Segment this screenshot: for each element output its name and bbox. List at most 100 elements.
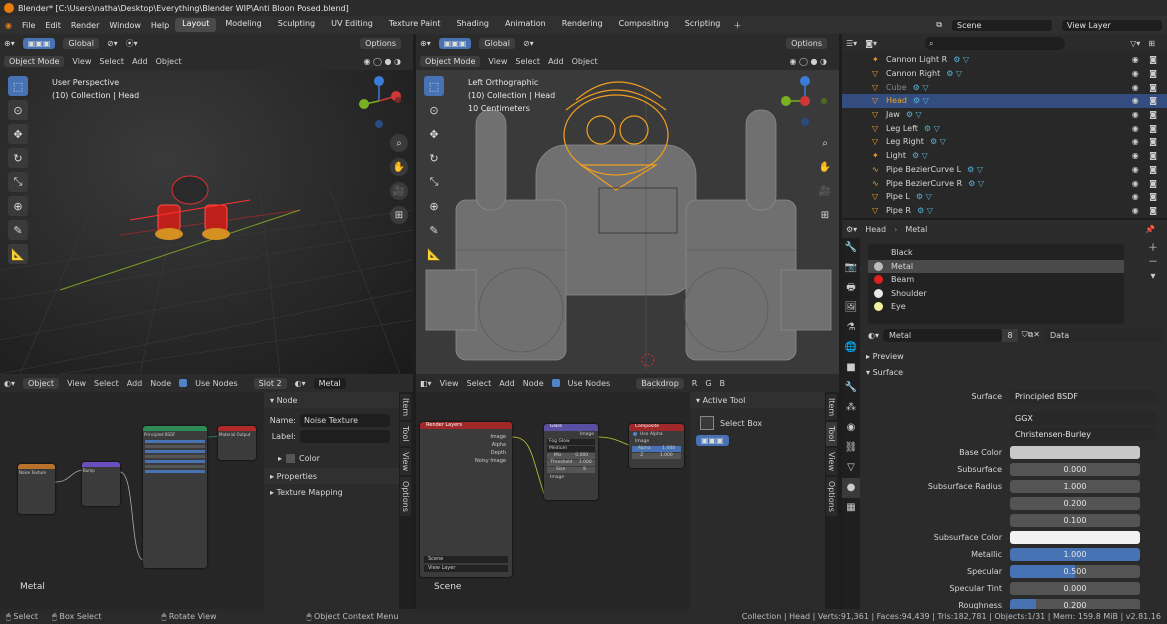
snap-icon[interactable]: ⦿▾: [126, 38, 138, 49]
visibility-icon[interactable]: ◉ ◙: [1132, 83, 1161, 92]
visibility-icon[interactable]: ◉ ◙: [1132, 206, 1161, 215]
navigation-gizmo-icon[interactable]: [352, 74, 406, 130]
menu-add[interactable]: Add: [132, 57, 148, 66]
outliner-item[interactable]: ∿ Pipe BezierCurve R ⚙ ▽ ◉ ◙: [842, 176, 1167, 190]
active-tool-row[interactable]: Select Box: [690, 412, 825, 434]
number-field[interactable]: 0.200: [1010, 497, 1140, 510]
scene-icon[interactable]: ⧉: [936, 20, 942, 30]
material-slot-item[interactable]: Eye: [868, 300, 1124, 314]
outliner-item[interactable]: ▽ Pipe R ⚙ ▽ ◉ ◙: [842, 204, 1167, 218]
tab-scripting[interactable]: Scripting: [678, 18, 728, 32]
glare-node[interactable]: Glare Image Fog Glow Medium Mix 0.000 Thr…: [544, 424, 598, 500]
add-slot-icon[interactable]: ＋: [1148, 242, 1158, 256]
noise-texture-node[interactable]: Noise Texture: [18, 464, 55, 514]
shader-tab-item[interactable]: Item: [400, 394, 411, 421]
channel-r[interactable]: R: [692, 379, 698, 388]
preview-section-header[interactable]: ▸ Preview: [866, 352, 904, 361]
outliner-item[interactable]: ∿ Pipe BezierCurve L ⚙ ▽ ◉ ◙: [842, 163, 1167, 177]
material-browse-shader-icon[interactable]: ◐▾: [295, 379, 306, 388]
outliner-item[interactable]: ▽ Cannon Right ⚙ ▽ ◉ ◙: [842, 67, 1167, 81]
material-name-field[interactable]: Metal: [883, 328, 1003, 342]
texture-mapping-subpanel[interactable]: ▸ Texture Mapping: [264, 484, 399, 500]
visibility-icon[interactable]: ◉ ◙: [1132, 124, 1161, 133]
editor-type-icon-right[interactable]: ⊕▾: [420, 39, 431, 48]
display-mode-icon[interactable]: ◙▾: [865, 39, 877, 48]
composite-z-field[interactable]: Z 1.000: [632, 453, 681, 459]
render-layers-view-layer-field[interactable]: View Layer: [424, 565, 508, 572]
glare-size-field[interactable]: Size 8: [547, 467, 595, 473]
visibility-icon[interactable]: ◉ ◙: [1132, 179, 1161, 188]
comp-menu-view[interactable]: View: [440, 379, 459, 388]
perspective-grid-icon-right[interactable]: ⊞: [816, 206, 834, 224]
number-field[interactable]: 0.100: [1010, 514, 1140, 527]
pivot-icon-right[interactable]: ⊘▾: [523, 39, 534, 48]
visibility-icon[interactable]: ◉ ◙: [1132, 165, 1161, 174]
glare-threshold-field[interactable]: Threshold 1.000: [547, 460, 595, 466]
comp-menu-node[interactable]: Node: [523, 379, 544, 388]
physics-tab-icon[interactable]: ◉: [842, 418, 860, 438]
tab-texture-paint[interactable]: Texture Paint: [382, 18, 448, 32]
render-tab-icon[interactable]: 📷: [842, 258, 860, 278]
node-color-row[interactable]: ▸ Color: [264, 450, 399, 466]
sss-method-dropdown[interactable]: Christensen-Burley: [1010, 427, 1156, 441]
blender-menu-icon[interactable]: ◉: [5, 21, 12, 30]
options-dropdown[interactable]: Options: [360, 37, 401, 49]
outliner-item[interactable]: ▽ Pipe L ⚙ ▽ ◉ ◙: [842, 190, 1167, 204]
camera-icon[interactable]: 🎥: [390, 182, 408, 200]
options-dropdown-right[interactable]: Options: [786, 37, 827, 49]
shading-icons-right[interactable]: ◉ ◯ ● ◑: [789, 57, 827, 66]
menu-window[interactable]: Window: [109, 21, 141, 30]
render-layers-scene-field[interactable]: Scene: [424, 556, 508, 563]
shader-menu-add[interactable]: Add: [127, 379, 143, 388]
material-slot-item[interactable]: Shoulder: [868, 287, 1124, 301]
active-tool-header[interactable]: ▾ Active Tool: [690, 392, 825, 408]
rotate-icon[interactable]: ↻: [8, 148, 28, 168]
composite-node[interactable]: Composite Use Alpha Image Alpha 1.000 Z 1.…: [629, 424, 684, 468]
viewport-left[interactable]: User Perspective (10) Collection | Head …: [0, 70, 413, 374]
glare-type-dropdown[interactable]: Fog Glow: [547, 439, 595, 445]
comp-use-nodes-checkbox[interactable]: Use Nodes: [551, 379, 619, 388]
cursor-icon-right[interactable]: ⊙: [424, 100, 444, 120]
zoom-icon[interactable]: ⌕: [390, 134, 408, 152]
orientation-dropdown-right[interactable]: Global: [479, 37, 515, 49]
channel-g[interactable]: G: [705, 379, 711, 388]
tab-animation[interactable]: Animation: [498, 18, 553, 32]
shader-tab-tool[interactable]: Tool: [400, 422, 411, 446]
shader-material-field[interactable]: Metal: [313, 377, 346, 389]
slot-menu-icon[interactable]: ▾: [1148, 270, 1158, 284]
visibility-icon[interactable]: ◉ ◙: [1132, 69, 1161, 78]
color-swatch[interactable]: [1010, 531, 1140, 544]
outliner-item[interactable]: ▽ Cube ⚙ ▽ ◉ ◙: [842, 80, 1167, 94]
slider-field[interactable]: 0.500: [1010, 565, 1140, 578]
modifier-tab-icon[interactable]: 🔧: [842, 378, 860, 398]
camera-icon-right[interactable]: 🎥: [816, 182, 834, 200]
shader-tab-view[interactable]: View: [400, 447, 411, 475]
composite-alpha-field[interactable]: Alpha 1.000: [632, 446, 681, 452]
new-collection-icon[interactable]: ⊞: [1148, 39, 1155, 48]
outliner-item[interactable]: ✦ Cannon Light R ⚙ ▽ ◉ ◙: [842, 53, 1167, 67]
orientation-dropdown[interactable]: Global: [63, 37, 99, 49]
color-swatch[interactable]: [1010, 446, 1140, 459]
visibility-icon[interactable]: ◉ ◙: [1132, 110, 1161, 119]
outliner-item[interactable]: ✦ Light ⚙ ▽ ◉ ◙: [842, 149, 1167, 163]
visibility-icon[interactable]: ◉ ◙: [1132, 55, 1161, 64]
comp-menu-select[interactable]: Select: [467, 379, 492, 388]
select-mode-icon[interactable]: ▣▣▣: [22, 37, 56, 49]
material-users-count[interactable]: 8: [1002, 328, 1018, 342]
pivot-icon[interactable]: ⊘▾: [107, 39, 118, 48]
comp-menu-add[interactable]: Add: [499, 379, 515, 388]
tab-shading[interactable]: Shading: [449, 18, 496, 32]
add-workspace-icon[interactable]: ＋: [733, 20, 741, 31]
annotate-icon[interactable]: ✎: [8, 220, 28, 240]
material-slot-item[interactable]: Metal: [868, 259, 1124, 273]
zoom-icon-right[interactable]: ⌕: [816, 134, 834, 152]
tab-modeling[interactable]: Modeling: [218, 18, 268, 32]
compositor-editor-icon[interactable]: ◧▾: [420, 379, 432, 388]
number-field[interactable]: 1.000: [1010, 480, 1140, 493]
node-label-field[interactable]: [300, 429, 390, 443]
backdrop-toggle[interactable]: Backdrop: [636, 377, 684, 389]
outliner-item[interactable]: ▽ Leg Right ⚙ ▽ ◉ ◙: [842, 135, 1167, 149]
render-layers-node[interactable]: Render Layers Image Alpha Depth Noisy Im…: [420, 422, 512, 577]
output-tab-icon[interactable]: 🖶: [842, 278, 860, 298]
material-output-node[interactable]: Material Output: [218, 426, 256, 460]
